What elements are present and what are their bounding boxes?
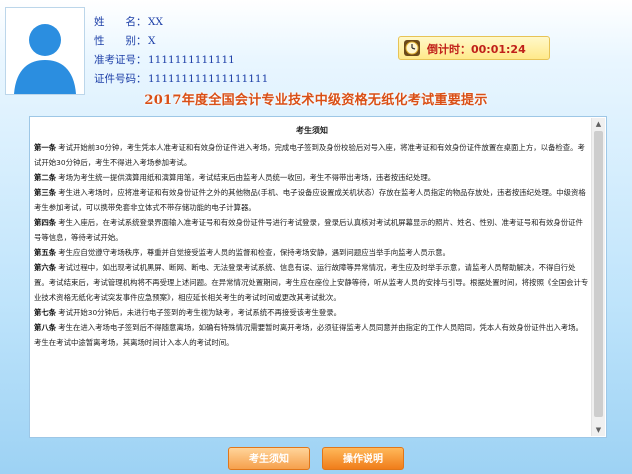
rule-item: 第二条 考场为考生统一提供演算用纸和演算用笔，考试结束后由监考人员统一收回，考生不…: [34, 170, 590, 185]
gender-row: 性 别： X: [94, 32, 268, 51]
notice-title: 考生须知: [296, 126, 328, 135]
countdown-text: 倒计时：00:01:24: [427, 41, 526, 57]
notice-content[interactable]: 考生须知 第一条 考试开始前30分钟，考生凭本人准考证和有效身份证件进入考场，完成…: [34, 123, 590, 435]
clock-icon: [404, 40, 420, 56]
gender-value: X: [148, 35, 156, 47]
rule-number: 第四条: [34, 218, 57, 227]
rule-item: 第六条 考试过程中，如出现考试机黑屏、断网、断电、无法登录考试系统、信息有误、运行…: [34, 260, 590, 305]
id-value: 111111111111111111: [148, 73, 269, 85]
rule-item: 第八条 考生在进入考场电子签到后不得随意离场，如确有特殊情况需要暂时离开考场，必须…: [34, 320, 590, 350]
ticket-label: 准考证号：: [94, 54, 147, 66]
name-label: 姓 名：: [94, 16, 147, 28]
rule-number: 第五条: [34, 248, 57, 257]
name-row: 姓 名： XX: [94, 13, 268, 32]
candidate-photo: [5, 7, 85, 95]
ticket-row: 准考证号： 1111111111111: [94, 51, 268, 70]
candidate-info: 姓 名： XX 性 别： X 准考证号： 1111111111111 证件号码： 111…: [94, 13, 268, 89]
rule-number: 第八条: [34, 323, 57, 332]
rule-number: 第一条: [34, 143, 57, 152]
rule-text: 考生应自觉遵守考场秩序，尊重并自觉接受监考人员的监督和检查，保持考场安静，遇到问…: [58, 248, 450, 257]
rule-text: 考试过程中，如出现考试机黑屏、断网、断电、无法登录考试系统、信息有误、运行故障等…: [34, 263, 589, 302]
rule-item: 第一条 考试开始前30分钟，考生凭本人准考证和有效身份证件进入考场，完成电子签到及…: [34, 140, 590, 170]
exam-notice-banner: 2017年度全国会计专业技术中级资格无纸化考试重要提示: [144, 93, 488, 108]
rule-item: 第三条 考生进入考场时，应将准考证和有效身份证件之外的其他物品(手机、电子设备应设…: [34, 185, 590, 215]
rule-number: 第二条: [34, 173, 57, 182]
rule-text: 考试开始30分钟后，未进行电子签到的考生视为缺考，考试系统不再接受该考生登录。: [58, 308, 342, 317]
rule-item: 第七条 考试开始30分钟后，未进行电子签到的考生视为缺考，考试系统不再接受该考生登…: [34, 305, 590, 320]
id-row: 证件号码： 111111111111111111: [94, 70, 268, 89]
avatar-silhouette-icon: [6, 8, 84, 94]
rule-text: 考生在进入考场电子签到后不得随意离场，如确有特殊情况需要暂时离开考场，必须征得监…: [34, 323, 583, 347]
scroll-up-arrow-icon[interactable]: ▲: [592, 118, 605, 130]
countdown-timer: 倒计时：00:01:24: [398, 36, 550, 60]
rule-item: 第四条 考生入座后，在考试系统登录界面输入准考证号和有效身份证件号进行考试登录，登…: [34, 215, 590, 245]
id-label: 证件号码：: [94, 73, 147, 85]
rule-text: 考场为考生统一提供演算用纸和演算用笔，考试结束后由监考人员统一收回，考生不得带出…: [58, 173, 436, 182]
notice-panel: 考生须知 第一条 考试开始前30分钟，考生凭本人准考证和有效身份证件进入考场，完成…: [29, 116, 607, 438]
scroll-down-arrow-icon[interactable]: ▼: [592, 424, 605, 436]
notice-scrollbar[interactable]: ▲ ▼: [591, 118, 605, 436]
rule-text: 考试开始前30分钟，考生凭本人准考证和有效身份证件进入考场，完成电子签到及身份校…: [34, 143, 585, 167]
name-value: XX: [148, 16, 163, 28]
operation-guide-button[interactable]: 操作说明: [322, 447, 404, 470]
ticket-value: 1111111111111: [148, 54, 235, 66]
scroll-thumb[interactable]: [594, 131, 603, 417]
rule-text: 考生入座后，在考试系统登录界面输入准考证号和有效身份证件号进行考试登录，登录后认…: [34, 218, 583, 242]
rule-text: 考生进入考场时，应将准考证和有效身份证件之外的其他物品(手机、电子设备应设置成关…: [34, 188, 586, 212]
rule-number: 第三条: [34, 188, 57, 197]
rule-number: 第七条: [34, 308, 57, 317]
rule-item: 第五条 考生应自觉遵守考场秩序，尊重并自觉接受监考人员的监督和检查，保持考场安静，…: [34, 245, 590, 260]
countdown-label: 倒计时：: [427, 43, 471, 56]
gender-label: 性 别：: [94, 35, 147, 47]
rule-number: 第六条: [34, 263, 57, 272]
countdown-value: 00:01:24: [471, 43, 526, 56]
candidate-notice-button[interactable]: 考生须知: [228, 447, 310, 470]
